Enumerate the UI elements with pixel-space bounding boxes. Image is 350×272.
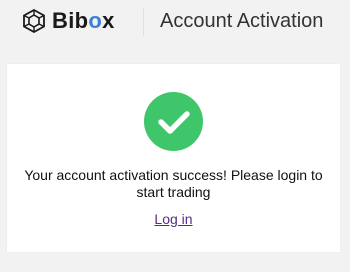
logo-text-accent: o xyxy=(88,8,103,33)
bibox-logo[interactable]: Bibox xyxy=(22,9,115,33)
activation-card: Your account activation success! Please … xyxy=(7,64,340,252)
logo-text-end: x xyxy=(102,8,115,33)
logo-text-main: Bib xyxy=(52,8,89,33)
logo-wordmark: Bibox xyxy=(52,9,115,33)
checkmark-circle-icon xyxy=(158,111,190,134)
success-badge xyxy=(144,92,203,151)
login-link-wrapper: Log in xyxy=(7,211,340,228)
cube-logo-icon xyxy=(23,9,45,33)
activation-message: Your account activation success! Please … xyxy=(24,167,323,200)
page-title: Account Activation xyxy=(160,10,324,32)
header-divider xyxy=(143,8,144,36)
login-link[interactable]: Log in xyxy=(154,211,192,227)
page-header: Bibox Account Activation xyxy=(0,0,350,44)
